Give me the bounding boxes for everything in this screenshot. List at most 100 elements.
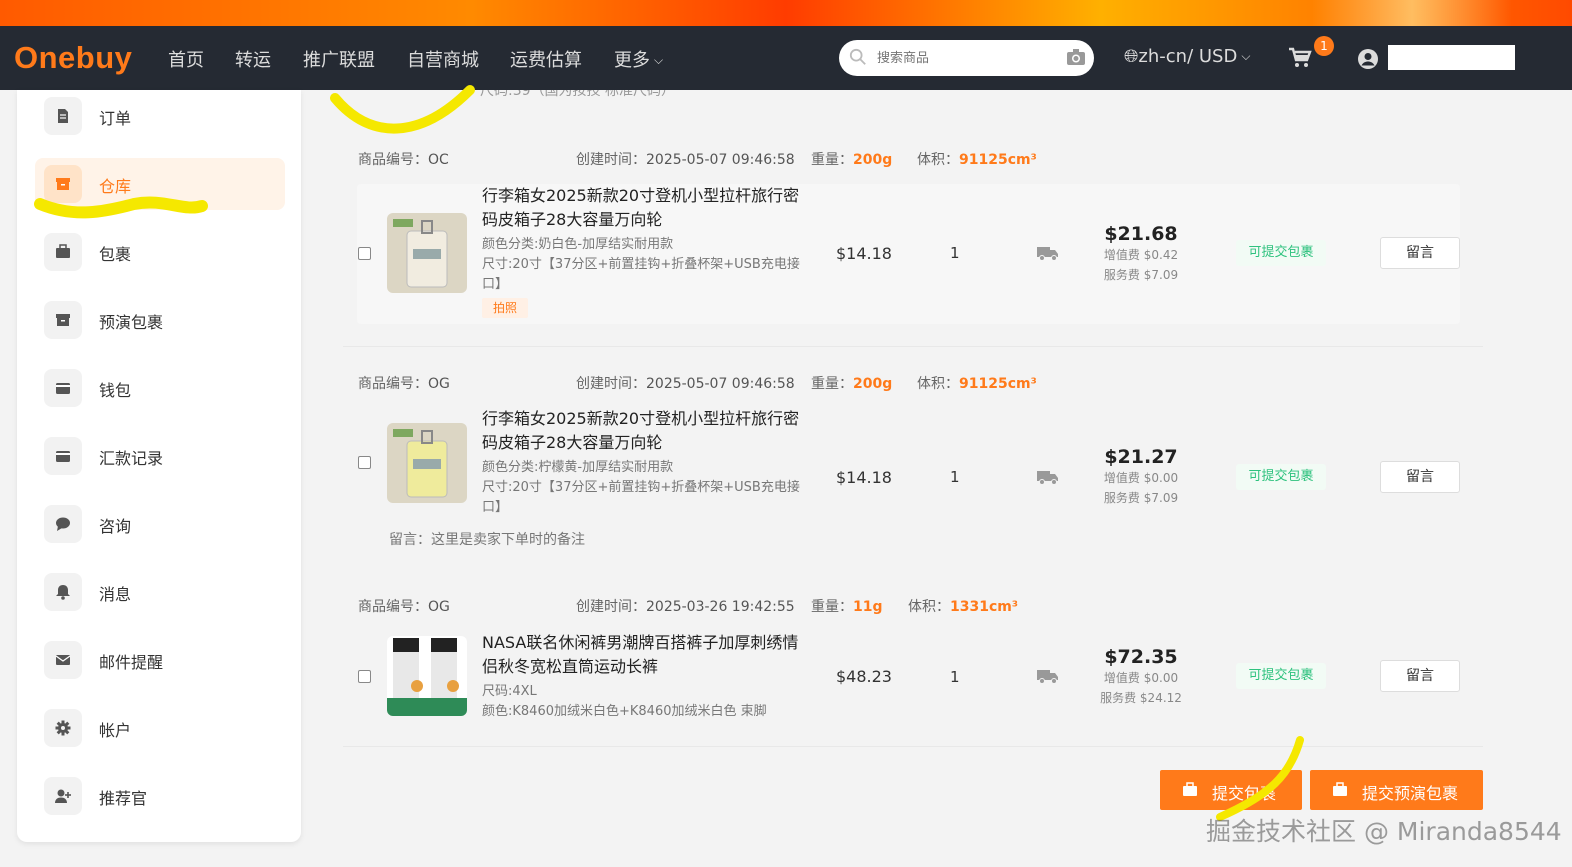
submit-package-button[interactable]: 提交包裹 — [1160, 770, 1302, 810]
sidebar-item-preview-packages[interactable]: 预演包裹 — [35, 294, 285, 346]
navbar: Onebuy 首页 转运 推广联盟 自营商城 运费估算 更多 ⌵ 🌐︎zh-cn/… — [0, 26, 1572, 90]
photo-tag[interactable]: 拍照 — [482, 298, 528, 318]
item-meta: 商品编号：OC — [358, 149, 449, 169]
globe-icon: 🌐︎ — [1124, 46, 1139, 67]
message-button[interactable]: 留言 — [1380, 461, 1460, 493]
weight-label: 重量： — [811, 599, 853, 615]
watermark: 掘金技术社区 @ Miranda8544 — [1206, 817, 1562, 846]
item-checkbox[interactable] — [358, 670, 371, 683]
truck-icon — [1037, 471, 1058, 485]
sidebar-item-referrer[interactable]: 推荐官 — [35, 770, 285, 822]
item-checkbox[interactable] — [358, 456, 371, 469]
service-value: $7.09 — [1143, 491, 1179, 505]
nav-forwarding[interactable]: 转运 — [235, 46, 271, 72]
weight: 重量：200g — [811, 149, 892, 169]
submit-package-label: 提交包裹 — [1212, 784, 1277, 803]
product-thumbnail[interactable] — [387, 423, 467, 503]
sidebar-item-label: 邮件提醒 — [99, 653, 164, 672]
sidebar-item-warehouse[interactable]: 仓库 — [35, 158, 285, 210]
username-field[interactable] — [1388, 45, 1515, 70]
item-no-value: OC — [428, 152, 449, 168]
package-icon — [1333, 782, 1347, 796]
product-thumbnail[interactable] — [387, 213, 467, 293]
sidebar-item-label: 预演包裹 — [99, 313, 164, 332]
remark: 留言：这里是卖家下单时的备注 — [389, 529, 585, 549]
item-meta: 商品编号：OG — [358, 596, 450, 616]
camera-icon[interactable] — [1066, 48, 1086, 66]
weight: 重量：11g — [811, 596, 883, 616]
nav-home[interactable]: 首页 — [168, 46, 204, 72]
top-banner — [0, 0, 1572, 26]
weight-label: 重量： — [811, 152, 853, 168]
divider — [343, 346, 1483, 347]
lang-currency-label: zh-cn/ USD — [1138, 46, 1238, 67]
logo[interactable]: Onebuy — [14, 40, 132, 76]
volume: 体积：91125cm³ — [917, 149, 1037, 169]
product-title[interactable]: NASA联名休闲裤男潮牌百搭裤子加厚刺绣情侣秋冬宽松直筒运动长裤 — [482, 631, 802, 679]
user-plus-icon — [44, 777, 82, 815]
quantity: 1 — [950, 668, 960, 686]
nav-self-mall[interactable]: 自营商城 — [407, 46, 479, 72]
search-box[interactable] — [839, 40, 1094, 76]
product-title[interactable]: 行李箱女2025新款20寸登机小型拉杆旅行密码皮箱子28大容量万向轮 — [482, 407, 802, 455]
message-button[interactable]: 留言 — [1380, 660, 1460, 692]
vat-fee: 增值费 $0.42 — [1100, 245, 1182, 265]
created-label: 创建时间： — [576, 599, 646, 615]
vat-label: 增值费 — [1103, 471, 1140, 485]
volume-value: 1331cm³ — [950, 599, 1018, 615]
message-button[interactable]: 留言 — [1380, 237, 1460, 269]
weight-label: 重量： — [811, 376, 853, 392]
chevron-down-icon: ⌵ — [1241, 49, 1251, 63]
unit-price: $14.18 — [836, 468, 892, 487]
search-icon — [849, 48, 866, 65]
weight-value: 200g — [853, 376, 893, 392]
cart-icon[interactable] — [1288, 46, 1312, 70]
sidebar-item-packages[interactable]: 包裹 — [35, 226, 285, 278]
user-avatar-icon[interactable] — [1357, 48, 1379, 70]
service-fee: 服务费 $7.09 — [1100, 488, 1182, 508]
product-spec: 颜色:K8460加绒米白色+K8460加绒米白色 束脚 — [482, 704, 767, 719]
item-checkbox[interactable] — [358, 247, 371, 260]
chat-icon — [44, 505, 82, 543]
product-title[interactable]: 行李箱女2025新款20寸登机小型拉杆旅行密码皮箱子28大容量万向轮 — [482, 184, 802, 232]
sidebar-item-messages[interactable]: 消息 — [35, 566, 285, 618]
service-fee: 服务费 $24.12 — [1100, 688, 1182, 708]
nav-affiliate[interactable]: 推广联盟 — [303, 46, 375, 72]
quantity: 1 — [950, 244, 960, 262]
total-block: $72.35 增值费 $0.00 服务费 $24.12 — [1100, 646, 1182, 708]
sidebar-item-label: 咨询 — [99, 517, 132, 536]
document-icon — [44, 97, 82, 135]
nav-more[interactable]: 更多 ⌵ — [614, 46, 663, 72]
volume-value: 91125cm³ — [959, 376, 1037, 392]
chevron-down-icon: ⌵ — [654, 53, 664, 67]
service-label: 服务费 — [1103, 491, 1140, 505]
search-input[interactable] — [877, 46, 1057, 70]
sidebar-item-label: 包裹 — [99, 245, 132, 264]
sidebar-item-email-alerts[interactable]: 邮件提醒 — [35, 634, 285, 686]
language-currency-selector[interactable]: 🌐︎zh-cn/ USD ⌵ — [1124, 46, 1250, 67]
service-fee: 服务费 $7.09 — [1100, 265, 1182, 285]
service-label: 服务费 — [1103, 268, 1140, 282]
sidebar-item-remittance[interactable]: 汇款记录 — [35, 430, 285, 482]
sidebar-item-wallet[interactable]: 钱包 — [35, 362, 285, 414]
product-spec: 尺码:4XL — [482, 684, 537, 699]
package-icon — [44, 233, 82, 271]
created-time: 创建时间：2025-05-07 09:46:58 — [576, 149, 795, 169]
service-value: $7.09 — [1143, 268, 1179, 282]
preview-package-icon — [44, 301, 82, 339]
created-value: 2025-03-26 19:42:55 — [646, 599, 795, 615]
service-value: $24.12 — [1139, 691, 1182, 705]
service-label: 服务费 — [1100, 691, 1137, 705]
nav-shipping-estimate[interactable]: 运费估算 — [510, 46, 582, 72]
product-thumbnail[interactable] — [387, 636, 467, 716]
mail-icon — [44, 641, 82, 679]
sidebar-item-account[interactable]: 帐户 — [35, 702, 285, 754]
sidebar-item-orders[interactable]: 订单 — [35, 90, 285, 142]
sidebar-item-consult[interactable]: 咨询 — [35, 498, 285, 550]
unit-price: $48.23 — [836, 667, 892, 686]
submit-preview-package-button[interactable]: 提交预演包裹 — [1310, 770, 1483, 810]
sidebar-item-label: 汇款记录 — [99, 449, 164, 468]
vat-value: $0.42 — [1143, 248, 1179, 262]
remark-value: 这里是卖家下单时的备注 — [431, 532, 585, 548]
total-block: $21.27 增值费 $0.00 服务费 $7.09 — [1100, 446, 1182, 508]
